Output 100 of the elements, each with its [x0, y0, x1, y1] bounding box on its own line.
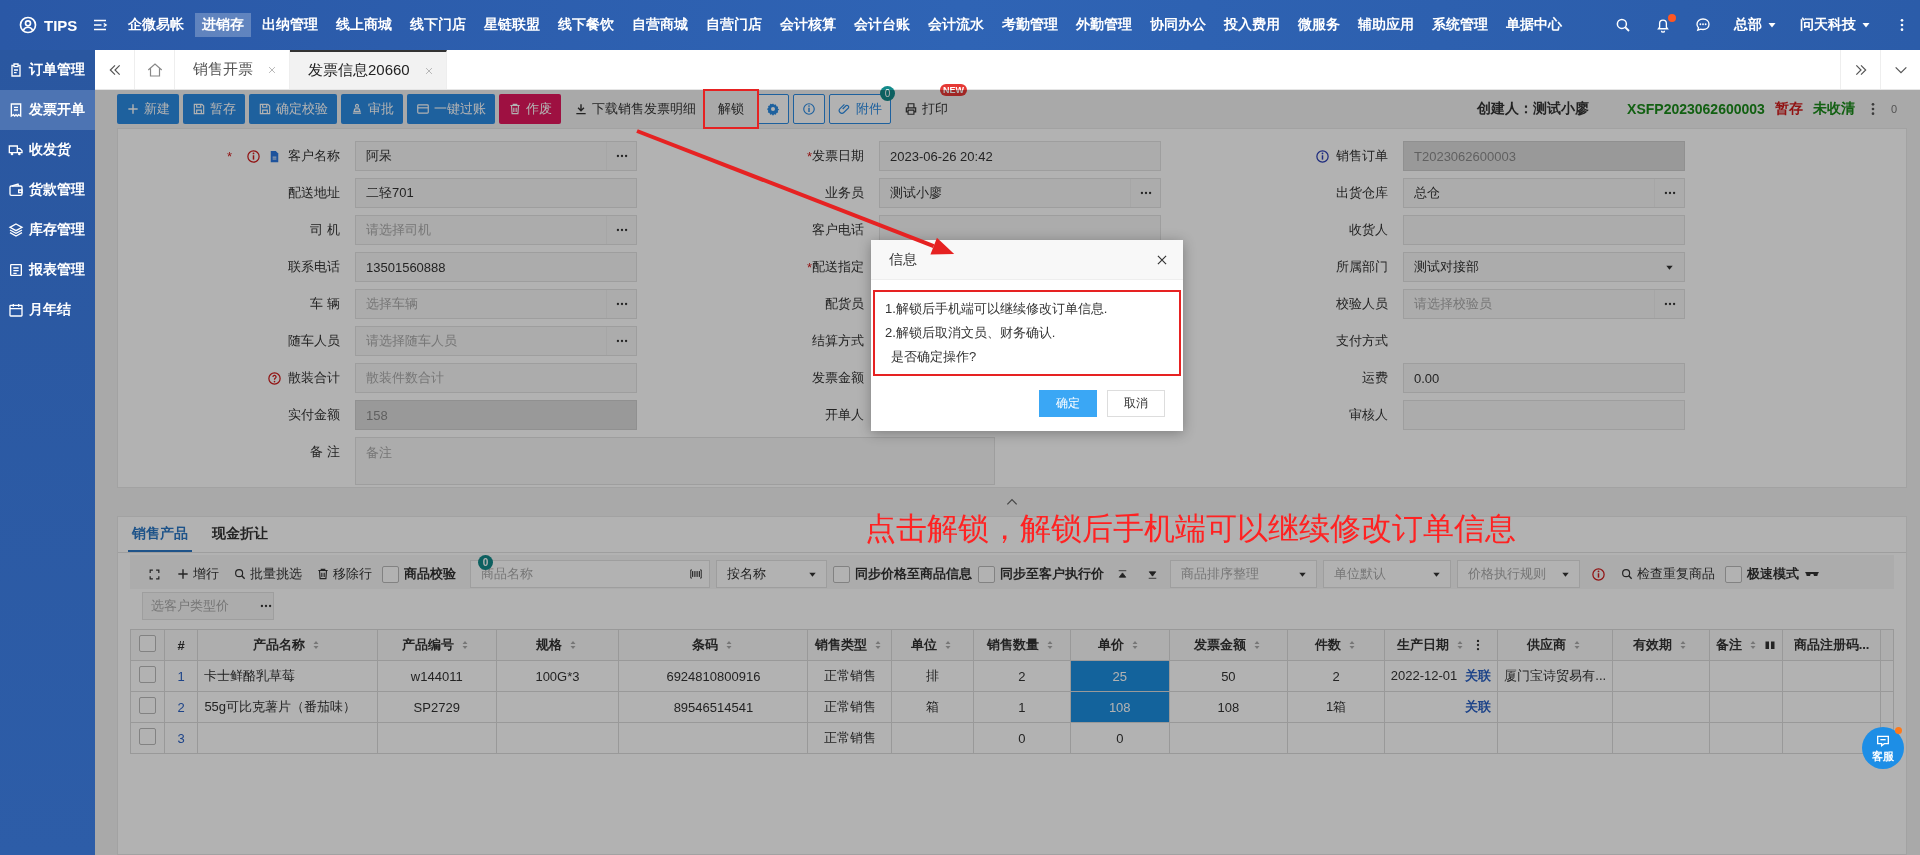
nav-menu-item[interactable]: 辅助应用	[1351, 13, 1422, 37]
checkbox[interactable]	[1725, 565, 1742, 583]
nav-menu-item[interactable]: 进销存	[195, 13, 252, 37]
info-icon[interactable]	[1590, 566, 1606, 582]
related-link[interactable]: 关联	[1465, 668, 1492, 683]
table-cell: 0	[1116, 730, 1124, 746]
column-header: 供应商	[1527, 636, 1567, 654]
toolbar-action[interactable]: 增行	[172, 565, 223, 583]
close-icon[interactable]	[423, 65, 434, 76]
nav-menu-item[interactable]: 企微易帐	[121, 13, 192, 37]
nav-menu-item[interactable]: 会计核算	[773, 13, 844, 37]
dropdown-field[interactable]: 测试对接部	[1403, 252, 1685, 282]
nav-menu-item[interactable]: 星链联盟	[477, 13, 548, 37]
sidebar-item[interactable]: 货款管理	[0, 170, 95, 210]
unlock-button[interactable]: 解锁	[709, 94, 753, 124]
tab[interactable]: 发票信息20660	[290, 50, 447, 89]
field-label: 配货员	[825, 295, 864, 313]
checkbox[interactable]	[833, 565, 850, 583]
cancel-button[interactable]: 取消	[1107, 390, 1165, 417]
sidebar-item[interactable]: 收发货	[0, 130, 95, 170]
field-label: 运费	[1362, 369, 1388, 387]
column-header: 有效期	[1633, 636, 1673, 654]
related-link[interactable]: 关联	[1465, 699, 1492, 714]
plus-icon	[126, 102, 140, 116]
toolbar-action[interactable]: 批量挑选	[229, 565, 306, 583]
nav-menu-item[interactable]: 线上商城	[329, 13, 400, 37]
lookup-field[interactable]: 测试小廖	[879, 178, 1161, 208]
sidebar-item[interactable]: 订单管理	[0, 50, 95, 90]
sidebar-item[interactable]: 库存管理	[0, 210, 95, 250]
barcode-icon[interactable]	[689, 567, 703, 581]
nav-menu-item[interactable]: 外勤管理	[1069, 13, 1140, 37]
table-cell[interactable]: 108	[1070, 691, 1169, 723]
user-circle-icon	[18, 15, 38, 35]
dialog-title: 信息	[889, 250, 917, 269]
toolbar-action[interactable]: 检查重复商品	[1616, 565, 1719, 583]
checkbox[interactable]	[138, 697, 156, 714]
nav-menu-item[interactable]: 线下餐饮	[551, 13, 622, 37]
text-field[interactable]: 二轻701	[355, 178, 637, 208]
text-field[interactable]: 0.00	[1403, 363, 1685, 393]
table-cell: 2022-12-01	[1390, 668, 1458, 683]
void-button[interactable]: 作废	[499, 94, 561, 124]
save-draft-button[interactable]: 暂存	[183, 94, 245, 124]
print-button[interactable]: 打印	[895, 94, 957, 124]
validate-button[interactable]: 确定校验	[249, 94, 337, 124]
approve-button[interactable]: 审批	[341, 94, 403, 124]
nav-menu-item[interactable]: 线下门店	[403, 13, 474, 37]
nav-menu-item[interactable]: 单据中心	[1499, 13, 1570, 37]
sidebar-item[interactable]: 报表管理	[0, 250, 95, 290]
dropdown-menu[interactable]: 问天科技	[1800, 16, 1872, 34]
move-to-top-icon[interactable]	[1115, 567, 1129, 581]
info-icon[interactable]	[1315, 148, 1330, 164]
column-header: 商品注册码...	[1793, 636, 1870, 654]
search-icon	[1620, 567, 1634, 581]
search-icon[interactable]	[1614, 16, 1632, 34]
text-field[interactable]: 13501560888	[355, 252, 637, 282]
field-label: 业务员	[825, 184, 864, 202]
dropdown-field[interactable]: 按名称	[716, 560, 827, 588]
field-label: 校验人员	[1336, 295, 1388, 313]
field-label: 发票金额	[812, 369, 864, 387]
nav-menu-item[interactable]: 出纳管理	[255, 13, 326, 37]
nav-menu-item[interactable]: 会计流水	[921, 13, 992, 37]
close-icon[interactable]	[267, 64, 277, 75]
checkbox[interactable]	[978, 565, 995, 583]
table-cell[interactable]: 25	[1070, 660, 1169, 692]
clipboard-icon	[8, 62, 24, 78]
nav-menu-item[interactable]: 微服务	[1291, 13, 1348, 37]
nav-menu-item[interactable]: 自营商城	[625, 13, 696, 37]
nav-menu-item[interactable]: 系统管理	[1425, 13, 1496, 37]
search-icon	[233, 567, 247, 581]
save-icon	[258, 102, 272, 116]
tab[interactable]: 销售产品	[128, 525, 192, 552]
help-icon[interactable]	[267, 370, 282, 386]
nav-menu-item[interactable]: 考勤管理	[995, 13, 1066, 37]
tab[interactable]: 现金折让	[208, 525, 272, 552]
fullscreen-icon[interactable]	[147, 567, 161, 581]
nav-menu-item[interactable]: 会计台账	[847, 13, 918, 37]
field-label: 出货仓库	[1336, 184, 1388, 202]
new-button[interactable]: 新建	[117, 94, 179, 124]
nav-menu-item[interactable]: 投入费用	[1217, 13, 1288, 37]
checkbox[interactable]	[138, 728, 156, 745]
checkbox[interactable]	[138, 666, 156, 683]
nav-menu-item[interactable]: 自营门店	[699, 13, 770, 37]
sidebar-item[interactable]: 月年结	[0, 290, 95, 330]
sidebar-item[interactable]: 发票开单	[0, 90, 95, 130]
table-cell: 1	[1018, 699, 1026, 715]
toolbar-action[interactable]: 移除行	[312, 565, 376, 583]
chat-icon[interactable]	[1694, 16, 1712, 34]
lookup-field[interactable]: 阿呆	[355, 141, 637, 171]
nav-menu-item[interactable]: 协同办公	[1143, 13, 1214, 37]
field-label: 收货人	[1349, 221, 1388, 239]
info-icon[interactable]	[246, 148, 261, 164]
dropdown-menu[interactable]: 总部	[1734, 16, 1778, 34]
settings-button[interactable]	[757, 94, 789, 124]
download-button[interactable]: 下载销售发票明细	[565, 94, 705, 124]
checkbox[interactable]	[382, 565, 399, 583]
info-button[interactable]	[793, 94, 825, 124]
lookup-field[interactable]: 总仓	[1403, 178, 1685, 208]
post-button[interactable]: 一键过账	[407, 94, 495, 124]
checkbox[interactable]	[138, 635, 156, 652]
text-field[interactable]: 2023-06-26 20:42	[879, 141, 1161, 171]
